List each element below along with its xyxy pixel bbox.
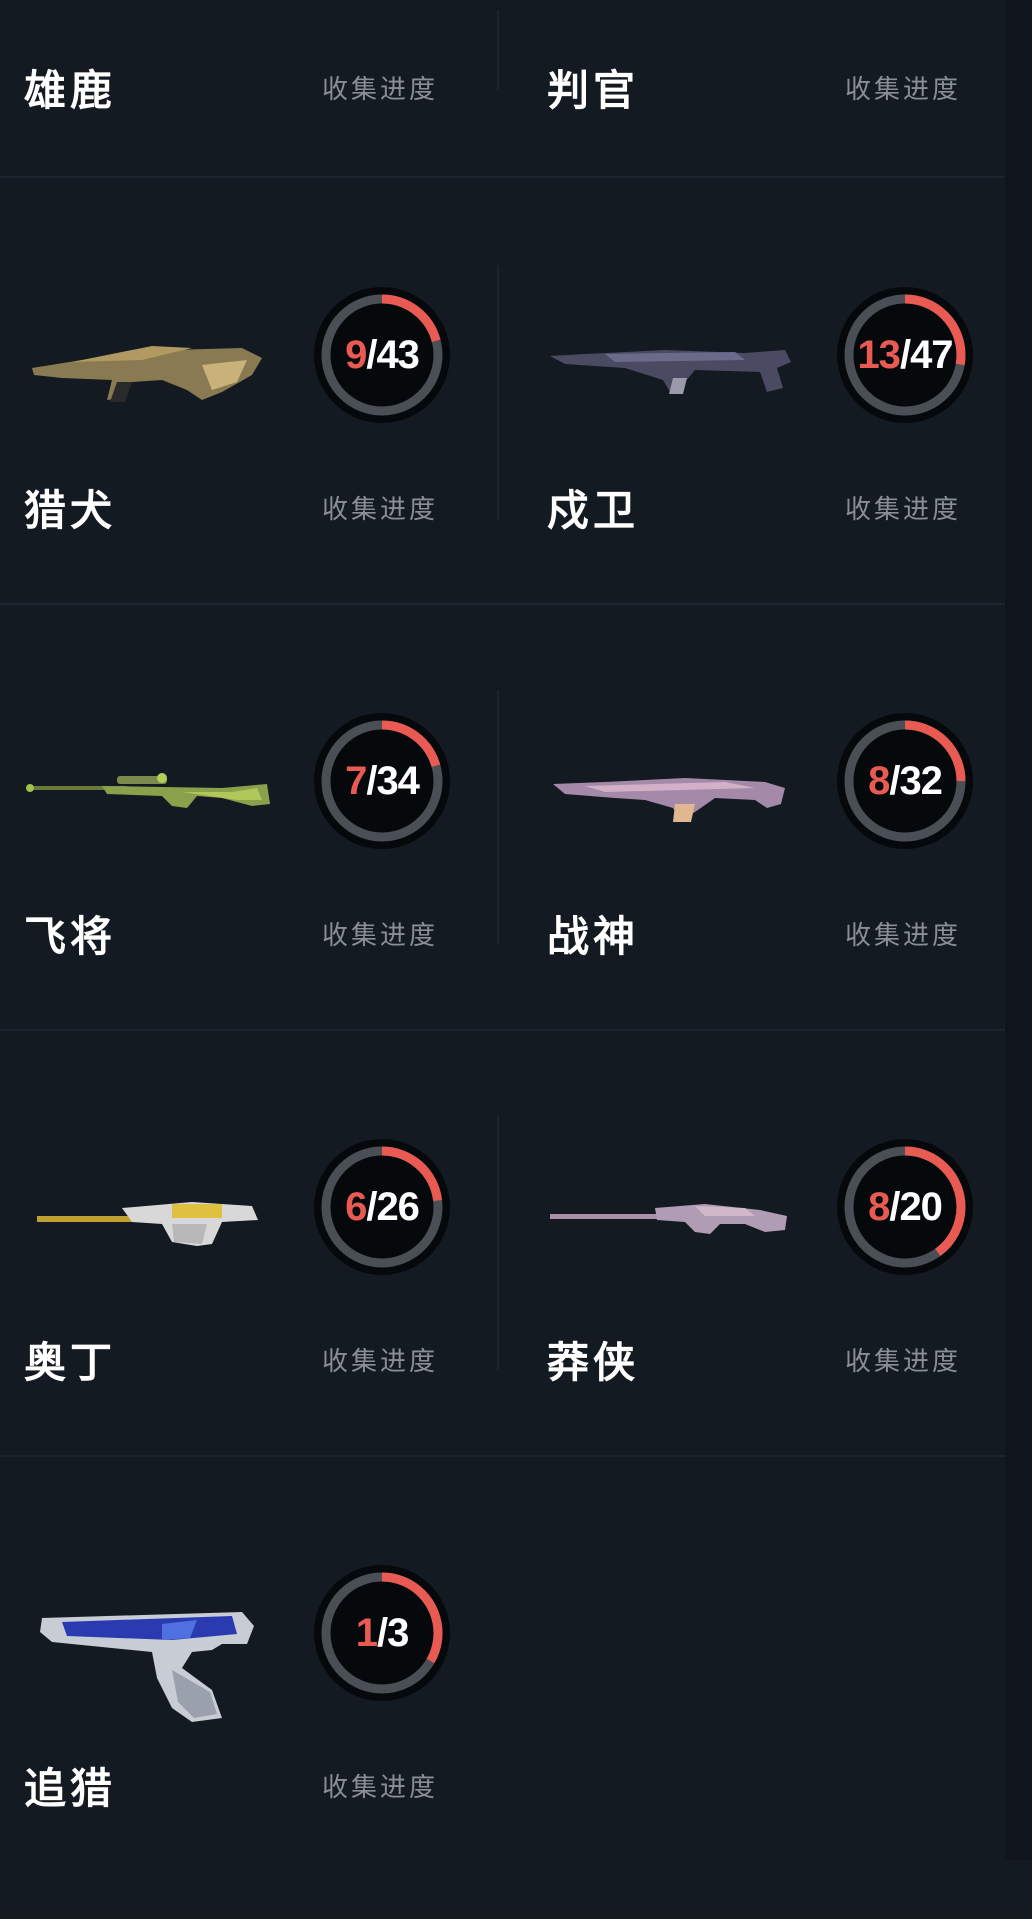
owned-count: 8 [868, 758, 890, 803]
column-divider [497, 265, 499, 520]
total-count: 3 [387, 1610, 409, 1655]
owned-count: 9 [345, 332, 367, 377]
collection-progress-ring: 9/43 [312, 285, 452, 425]
collection-progress-ring: 1/3 [312, 1563, 452, 1703]
rifle-gold-icon [22, 320, 272, 420]
progress-label: 收集进度 [322, 921, 439, 951]
column-divider [497, 10, 499, 90]
weapon-name: 戍卫 [547, 486, 640, 535]
collection-progress-ring: 6/26 [312, 1137, 452, 1277]
progress-count: 8/20 [835, 1137, 975, 1277]
pistol-blue-icon [22, 1598, 272, 1722]
count-separator: / [376, 1610, 388, 1655]
weapon-collection-grid: 雄鹿 收集进度 判官 收集进度 9/43 猎犬 收集进度 13 / 47 戍卫 … [0, 0, 1005, 1860]
weapon-card-ares[interactable]: 8/32 战神 收集进度 [523, 641, 1023, 1067]
weapon-card-odin[interactable]: 6/26 奥丁 收集进度 [0, 1067, 500, 1493]
weapon-name: 飞将 [24, 912, 117, 961]
progress-count: 9/43 [312, 285, 452, 425]
progress-label: 收集进度 [845, 921, 962, 951]
progress-label: 收集进度 [322, 1347, 439, 1377]
owned-count: 1 [355, 1610, 378, 1655]
progress-label: 收集进度 [322, 75, 439, 105]
progress-label: 收集进度 [845, 1347, 962, 1377]
progress-label: 收集进度 [322, 495, 439, 525]
count-separator: / [899, 332, 911, 377]
weapon-name: 雄鹿 [24, 66, 117, 115]
weapon-card-guardian[interactable]: 13/47 戍卫 收集进度 [523, 215, 1023, 641]
count-separator: / [889, 1184, 900, 1229]
progress-count: 8/32 [835, 711, 975, 851]
progress-label: 收集进度 [322, 1773, 439, 1803]
total-count: 26 [376, 1184, 419, 1229]
owned-count: 7 [345, 758, 367, 803]
column-divider [497, 690, 499, 945]
weapon-card-sheriff[interactable]: 1/3 追猎 收集进度 [0, 1493, 500, 1919]
row-divider [0, 1029, 1005, 1031]
count-separator: / [366, 332, 377, 377]
weapon-card-top-right[interactable]: 判官 收集进度 [523, 0, 1023, 221]
progress-label: 收集进度 [845, 75, 962, 105]
total-count: 34 [376, 758, 419, 803]
weapon-name: 奥丁 [24, 1338, 117, 1387]
machinegun-pink-icon [545, 746, 795, 846]
weapon-card-hound[interactable]: 9/43 猎犬 收集进度 [0, 215, 500, 641]
count-separator: / [889, 758, 900, 803]
rifle-dark-icon [545, 320, 795, 420]
progress-count: 7/34 [312, 711, 452, 851]
weapon-card-operator[interactable]: 8/20 莽侠 收集进度 [523, 1067, 1023, 1493]
owned-count: 6 [345, 1184, 367, 1229]
weapon-name: 莽侠 [547, 1338, 640, 1387]
progress-count: 13/47 [835, 285, 975, 425]
owned-count: 13 [857, 332, 900, 377]
collection-progress-ring: 8/32 [835, 711, 975, 851]
right-edge-strip [1005, 0, 1032, 1860]
row-divider [0, 1455, 1005, 1457]
owned-count: 8 [868, 1184, 890, 1229]
total-count: 43 [376, 332, 419, 377]
machinegun-gold-icon [22, 1172, 272, 1272]
row-divider [0, 603, 1005, 605]
sniper-pink-icon [545, 1172, 795, 1272]
weapon-card-top-left[interactable]: 雄鹿 收集进度 [0, 0, 500, 221]
column-divider [497, 1115, 499, 1370]
collection-progress-ring: 7/34 [312, 711, 452, 851]
weapon-name: 追猎 [24, 1764, 117, 1813]
count-separator: / [366, 758, 377, 803]
count-separator: / [366, 1184, 377, 1229]
collection-progress-ring: 13/47 [835, 285, 975, 425]
sniper-green-icon [22, 746, 272, 846]
weapon-name: 判官 [547, 66, 640, 115]
progress-label: 收集进度 [845, 495, 962, 525]
progress-count: 1/3 [312, 1563, 452, 1703]
total-count: 47 [910, 332, 953, 377]
row-divider [0, 176, 1005, 178]
progress-count: 6/26 [312, 1137, 452, 1277]
weapon-card-marshal[interactable]: 7/34 飞将 收集进度 [0, 641, 500, 1067]
weapon-name: 猎犬 [24, 486, 117, 535]
total-count: 32 [899, 758, 942, 803]
collection-progress-ring: 8/20 [835, 1137, 975, 1277]
total-count: 20 [899, 1184, 942, 1229]
weapon-name: 战神 [547, 912, 640, 961]
